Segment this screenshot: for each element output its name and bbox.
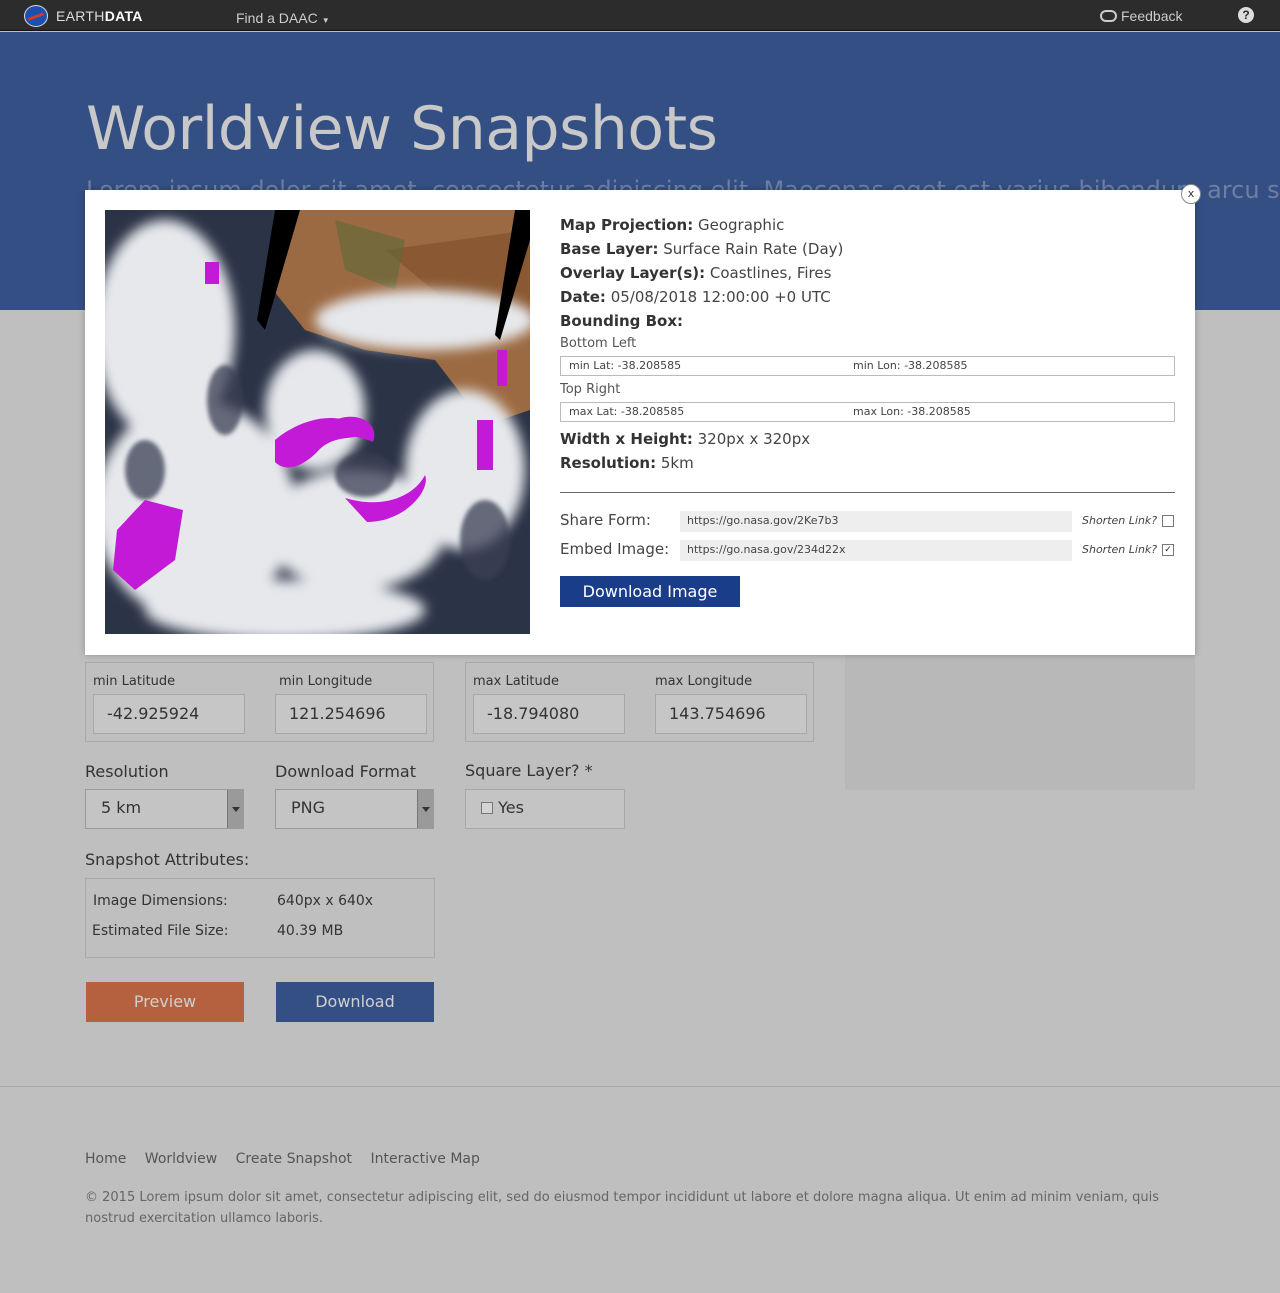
format-select[interactable]: PNG: [275, 789, 434, 829]
modal-divider: [560, 492, 1175, 493]
overlay-row: Overlay Layer(s): Coastlines, Fires: [560, 262, 1175, 286]
footer-link-create-snapshot[interactable]: Create Snapshot: [236, 1151, 352, 1167]
square-layer-label: Square Layer? *: [465, 761, 593, 780]
copyright-text: © 2015 Lorem ipsum dolor sit amet, conse…: [85, 1190, 1160, 1226]
footer-links: Home Worldview Create Snapshot Interacti…: [85, 1151, 494, 1167]
close-modal-button[interactable]: x: [1181, 184, 1201, 204]
top-nav-bar: EARTHDATA Find a DAAC ▼ Feedback ?: [0, 0, 1280, 31]
width-height-value: 320px x 320px: [697, 430, 811, 448]
attributes-label: Snapshot Attributes:: [85, 850, 250, 869]
feedback-link[interactable]: Feedback: [1100, 8, 1182, 24]
snapshot-preview-modal: Map Projection: Geographic Base Layer: S…: [85, 190, 1195, 655]
attributes-box: Image Dimensions: 640px x 640x Estimated…: [85, 878, 435, 958]
feedback-label: Feedback: [1121, 8, 1183, 24]
help-icon[interactable]: ?: [1238, 7, 1254, 23]
max-coordinates-box: max Latitude max Longitude -18.794080 14…: [465, 662, 814, 742]
width-height-label: Width x Height:: [560, 430, 693, 448]
speech-bubble-icon: [1100, 10, 1117, 22]
resolution-value: 5 km: [101, 798, 142, 817]
earthdata-brand[interactable]: EARTHDATA: [56, 8, 143, 24]
dropdown-arrow-icon: [227, 790, 243, 828]
bl-lon: min Lon: -38.208585: [853, 359, 968, 372]
resolution-select[interactable]: 5 km: [85, 789, 244, 829]
max-lat-label: max Latitude: [473, 674, 559, 689]
date-value: 05/08/2018 12:00:00 +0 UTC: [610, 288, 831, 306]
size-label: Estimated File Size:: [92, 923, 229, 939]
base-layer-value: Surface Rain Rate (Day): [663, 240, 844, 258]
dims-label: Image Dimensions:: [93, 893, 228, 909]
download-button[interactable]: Download: [276, 982, 434, 1022]
date-label: Date:: [560, 288, 606, 306]
tr-lat: max Lat: -38.208585: [569, 405, 685, 418]
share-form-label: Share Form:: [560, 511, 651, 529]
satellite-image: [105, 210, 530, 634]
top-right-box: max Lat: -38.208585 max Lon: -38.208585: [560, 402, 1175, 422]
footer-link-home[interactable]: Home: [85, 1151, 126, 1167]
nasa-logo[interactable]: [24, 5, 48, 27]
square-layer-checkbox[interactable]: [481, 802, 493, 814]
max-lat-input[interactable]: -18.794080: [473, 694, 625, 734]
tr-lon: max Lon: -38.208585: [853, 405, 971, 418]
bl-lat: min Lat: -38.208585: [569, 359, 682, 372]
overlay-value: Coastlines, Fires: [709, 264, 832, 282]
required-mark: *: [584, 761, 593, 780]
max-lon-label: max Longitude: [655, 674, 753, 689]
format-value: PNG: [291, 798, 326, 817]
projection-label: Map Projection:: [560, 216, 694, 234]
find-daac-label: Find a DAAC: [236, 10, 318, 26]
brand-suffix: DATA: [104, 8, 143, 24]
bottom-left-box: min Lat: -38.208585 min Lon: -38.208585: [560, 356, 1175, 376]
share-shorten-label: Shorten Link?: [1082, 514, 1158, 527]
date-row: Date: 05/08/2018 12:00:00 +0 UTC: [560, 286, 1175, 310]
snapshot-info: Map Projection: Geographic Base Layer: S…: [560, 214, 1175, 476]
min-coordinates-box: min Latitude min Longitude -42.925924 12…: [85, 662, 434, 742]
footer-link-worldview[interactable]: Worldview: [145, 1151, 217, 1167]
overlay-label: Overlay Layer(s):: [560, 264, 706, 282]
embed-image-label: Embed Image:: [560, 540, 670, 558]
base-layer-row: Base Layer: Surface Rain Rate (Day): [560, 238, 1175, 262]
embed-shorten-checkbox[interactable]: ✓: [1162, 544, 1174, 556]
projection-value: Geographic: [698, 216, 785, 234]
square-layer-yes: Yes: [498, 798, 524, 817]
preview-button[interactable]: Preview: [86, 982, 244, 1022]
caret-down-icon: ▼: [321, 16, 330, 25]
footer-divider: [0, 1086, 1280, 1087]
bbox-heading: Bounding Box:: [560, 310, 1175, 334]
resolution-label: Resolution: [85, 762, 169, 781]
resolution-info-label: Resolution:: [560, 454, 657, 472]
preview-panel: [845, 640, 1195, 790]
brand-prefix: EARTH: [56, 8, 105, 24]
footer-link-interactive-map[interactable]: Interactive Map: [370, 1151, 479, 1167]
min-lat-input[interactable]: -42.925924: [93, 694, 245, 734]
projection-row: Map Projection: Geographic: [560, 214, 1175, 238]
min-lon-label: min Longitude: [279, 674, 373, 689]
embed-url-field[interactable]: https://go.nasa.gov/234d22x: [680, 540, 1072, 561]
embed-shorten-label: Shorten Link?: [1082, 543, 1158, 556]
share-url-field[interactable]: https://go.nasa.gov/2Ke7b3: [680, 511, 1072, 532]
base-layer-label: Base Layer:: [560, 240, 659, 258]
max-lon-input[interactable]: 143.754696: [655, 694, 807, 734]
width-height-row: Width x Height: 320px x 320px: [560, 428, 1175, 452]
satellite-image-graphic: [105, 210, 530, 634]
square-layer-text: Square Layer?: [465, 761, 580, 780]
format-label: Download Format: [275, 762, 416, 781]
min-lat-label: min Latitude: [93, 674, 176, 689]
dropdown-arrow-icon: [417, 790, 433, 828]
min-lon-input[interactable]: 121.254696: [275, 694, 427, 734]
download-image-button[interactable]: Download Image: [560, 576, 740, 607]
resolution-info-value: 5km: [660, 454, 694, 472]
square-layer-option[interactable]: Yes: [465, 789, 625, 829]
bbox-label: Bounding Box:: [560, 312, 684, 330]
resolution-row: Resolution: 5km: [560, 452, 1175, 476]
bottom-left-label: Bottom Left: [560, 336, 637, 351]
top-right-label: Top Right: [560, 382, 621, 397]
checkmark-icon: ✓: [1164, 545, 1172, 555]
size-value: 40.39 MB: [277, 923, 344, 939]
find-daac-menu[interactable]: Find a DAAC ▼: [236, 10, 330, 26]
share-shorten-checkbox[interactable]: [1162, 515, 1174, 527]
page-title: Worldview Snapshots: [86, 94, 718, 164]
dims-value: 640px x 640x: [277, 893, 374, 909]
